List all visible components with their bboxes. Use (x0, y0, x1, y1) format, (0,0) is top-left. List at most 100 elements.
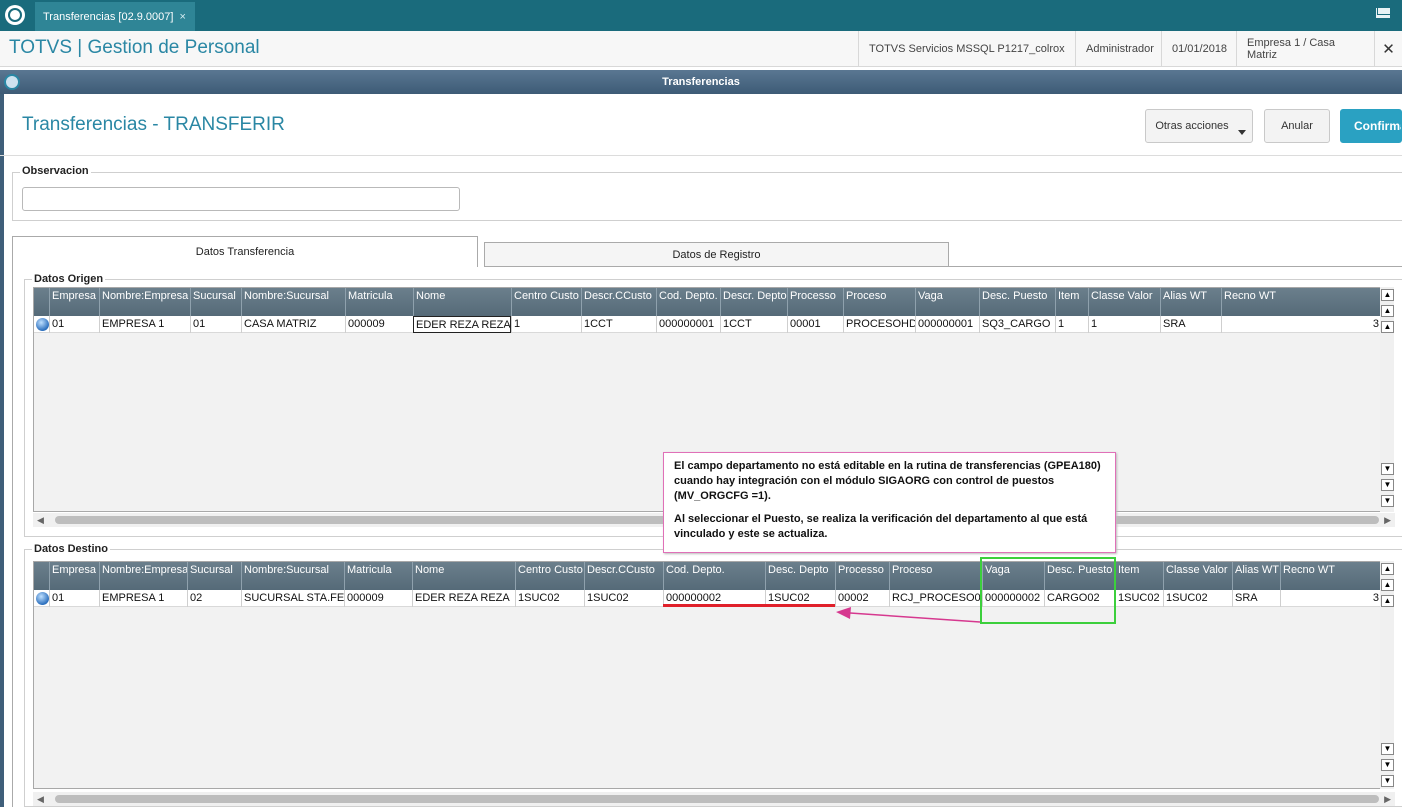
col-header[interactable]: Classe Valor (1163, 562, 1232, 590)
col-header[interactable]: Centro Custo (511, 288, 581, 316)
col-header[interactable]: Descr.CCusto (581, 288, 656, 316)
mail-icon[interactable] (1376, 8, 1390, 18)
cell[interactable]: 02 (187, 590, 241, 607)
col-header[interactable]: Recno WT (1280, 562, 1380, 590)
cell[interactable]: RCJ_PROCESO02 (889, 590, 982, 607)
scroll-bottom-icon[interactable]: ▼ (1381, 775, 1394, 787)
scroll-pageup-icon[interactable]: ▲ (1381, 305, 1394, 317)
cell[interactable]: 000000001 (915, 316, 979, 333)
col-header[interactable]: Proceso (843, 288, 915, 316)
col-header[interactable]: Item (1055, 288, 1088, 316)
cell[interactable]: 1 (1055, 316, 1088, 333)
col-header[interactable]: Processo (835, 562, 889, 590)
dialog-title: Transferencias (662, 76, 740, 88)
cell[interactable]: PROCESOHD (843, 316, 915, 333)
app-tab-transferencias[interactable]: Transferencias [02.9.0007] × (35, 2, 195, 31)
cell[interactable]: SRA (1232, 590, 1280, 607)
col-header[interactable]: Nome (413, 288, 511, 316)
col-header[interactable]: Recno WT (1221, 288, 1380, 316)
cell[interactable]: 01 (49, 590, 99, 607)
col-header[interactable]: Vaga (915, 288, 979, 316)
col-header[interactable]: Descr.CCusto (584, 562, 663, 590)
app-header: TOTVS | Gestion de Personal TOTVS Servic… (0, 31, 1402, 67)
col-header[interactable]: Nome (412, 562, 515, 590)
col-header[interactable]: Nombre:Sucursal (241, 288, 345, 316)
scroll-right-icon[interactable]: ▶ (1384, 515, 1391, 526)
destination-vscroll[interactable]: ▲ ▲ ▲ ▼ ▼ ▼ (1380, 561, 1394, 789)
cell[interactable]: 000009 (345, 316, 413, 333)
col-header[interactable]: Empresa (49, 562, 99, 590)
cell[interactable]: 3 (1221, 316, 1380, 333)
origin-row[interactable]: 01 EMPRESA 1 01 CASA MATRIZ 000009 EDER … (34, 316, 1380, 333)
scroll-right-icon[interactable]: ▶ (1384, 794, 1391, 805)
scroll-pagedown-icon[interactable]: ▼ (1381, 759, 1394, 771)
col-header[interactable]: Cod. Depto. (656, 288, 720, 316)
scroll-thumb[interactable] (55, 795, 1379, 803)
col-header[interactable]: Centro Custo (515, 562, 584, 590)
totvs-logo-icon[interactable] (5, 5, 25, 25)
scroll-bottom-icon[interactable]: ▼ (1381, 495, 1394, 507)
cell[interactable]: 1CCT (720, 316, 787, 333)
cell[interactable]: 1SUC02 (1163, 590, 1232, 607)
col-header[interactable]: Proceso (889, 562, 982, 590)
cancel-button[interactable]: Anular (1264, 109, 1330, 143)
cell[interactable]: 000009 (344, 590, 412, 607)
col-header[interactable]: Cod. Depto. (663, 562, 765, 590)
cell[interactable]: SQ3_CARGO (979, 316, 1055, 333)
cell[interactable]: 1 (1088, 316, 1160, 333)
scroll-down-icon[interactable]: ▼ (1381, 743, 1394, 755)
cell[interactable]: 000000001 (656, 316, 720, 333)
tab-datos-registro[interactable]: Datos de Registro (484, 242, 949, 267)
col-header[interactable]: Desc. Puesto (979, 288, 1055, 316)
scroll-left-icon[interactable]: ◀ (37, 515, 44, 526)
scroll-down-icon[interactable]: ▼ (1381, 463, 1394, 475)
scroll-pagedown-icon[interactable]: ▼ (1381, 479, 1394, 491)
col-header[interactable]: Nombre:Empresa (99, 562, 187, 590)
cell[interactable]: 1CCT (581, 316, 656, 333)
col-header[interactable]: Empresa (49, 288, 99, 316)
tab-close-icon[interactable]: × (179, 11, 185, 23)
cell[interactable]: 3 (1280, 590, 1380, 607)
col-header[interactable]: Sucursal (190, 288, 241, 316)
cell-selected[interactable]: EDER REZA REZA (413, 316, 511, 333)
cell[interactable]: 1SUC02 (1115, 590, 1163, 607)
tab-datos-transferencia[interactable]: Datos Transferencia (12, 236, 478, 267)
col-header[interactable]: Item (1115, 562, 1163, 590)
scroll-left-icon[interactable]: ◀ (37, 794, 44, 805)
scroll-up-icon[interactable]: ▲ (1381, 595, 1394, 607)
cell[interactable]: 00002 (835, 590, 889, 607)
other-actions-button[interactable]: Otras acciones (1145, 109, 1253, 143)
col-header[interactable]: Sucursal (187, 562, 241, 590)
cell[interactable]: 1 (511, 316, 581, 333)
col-header[interactable]: Alias WT (1160, 288, 1221, 316)
col-header[interactable]: Nombre:Sucursal (241, 562, 344, 590)
scroll-up-icon[interactable]: ▲ (1381, 321, 1394, 333)
col-header[interactable]: Matricula (344, 562, 412, 590)
cell[interactable]: SUCURSAL STA.FE (241, 590, 344, 607)
col-header[interactable]: Desc. Depto (765, 562, 835, 590)
col-header[interactable]: Descr. Depto (720, 288, 787, 316)
close-app-button[interactable]: ✕ (1374, 31, 1402, 67)
scroll-top-icon[interactable]: ▲ (1381, 289, 1394, 301)
destination-hscroll[interactable]: ◀ ▶ (33, 792, 1395, 806)
col-header[interactable]: Matricula (345, 288, 413, 316)
col-header[interactable]: Alias WT (1232, 562, 1280, 590)
col-header[interactable]: Processo (787, 288, 843, 316)
observation-input[interactable] (22, 187, 460, 211)
cell[interactable]: 1SUC02 (584, 590, 663, 607)
col-header[interactable]: Classe Valor (1088, 288, 1160, 316)
cell[interactable]: 01 (190, 316, 241, 333)
cell[interactable]: EMPRESA 1 (99, 316, 190, 333)
cell[interactable]: EDER REZA REZA (412, 590, 515, 607)
confirm-button[interactable]: Confirmar (1340, 109, 1402, 143)
col-header[interactable]: Nombre:Empresa (99, 288, 190, 316)
cell[interactable]: EMPRESA 1 (99, 590, 187, 607)
cell[interactable]: 01 (49, 316, 99, 333)
cell[interactable]: 00001 (787, 316, 843, 333)
cell[interactable]: SRA (1160, 316, 1221, 333)
cell[interactable]: CASA MATRIZ (241, 316, 345, 333)
origin-vscroll[interactable]: ▲ ▲ ▲ ▼ ▼ ▼ (1380, 287, 1394, 512)
cell[interactable]: 1SUC02 (515, 590, 584, 607)
scroll-pageup-icon[interactable]: ▲ (1381, 579, 1394, 591)
scroll-top-icon[interactable]: ▲ (1381, 563, 1394, 575)
